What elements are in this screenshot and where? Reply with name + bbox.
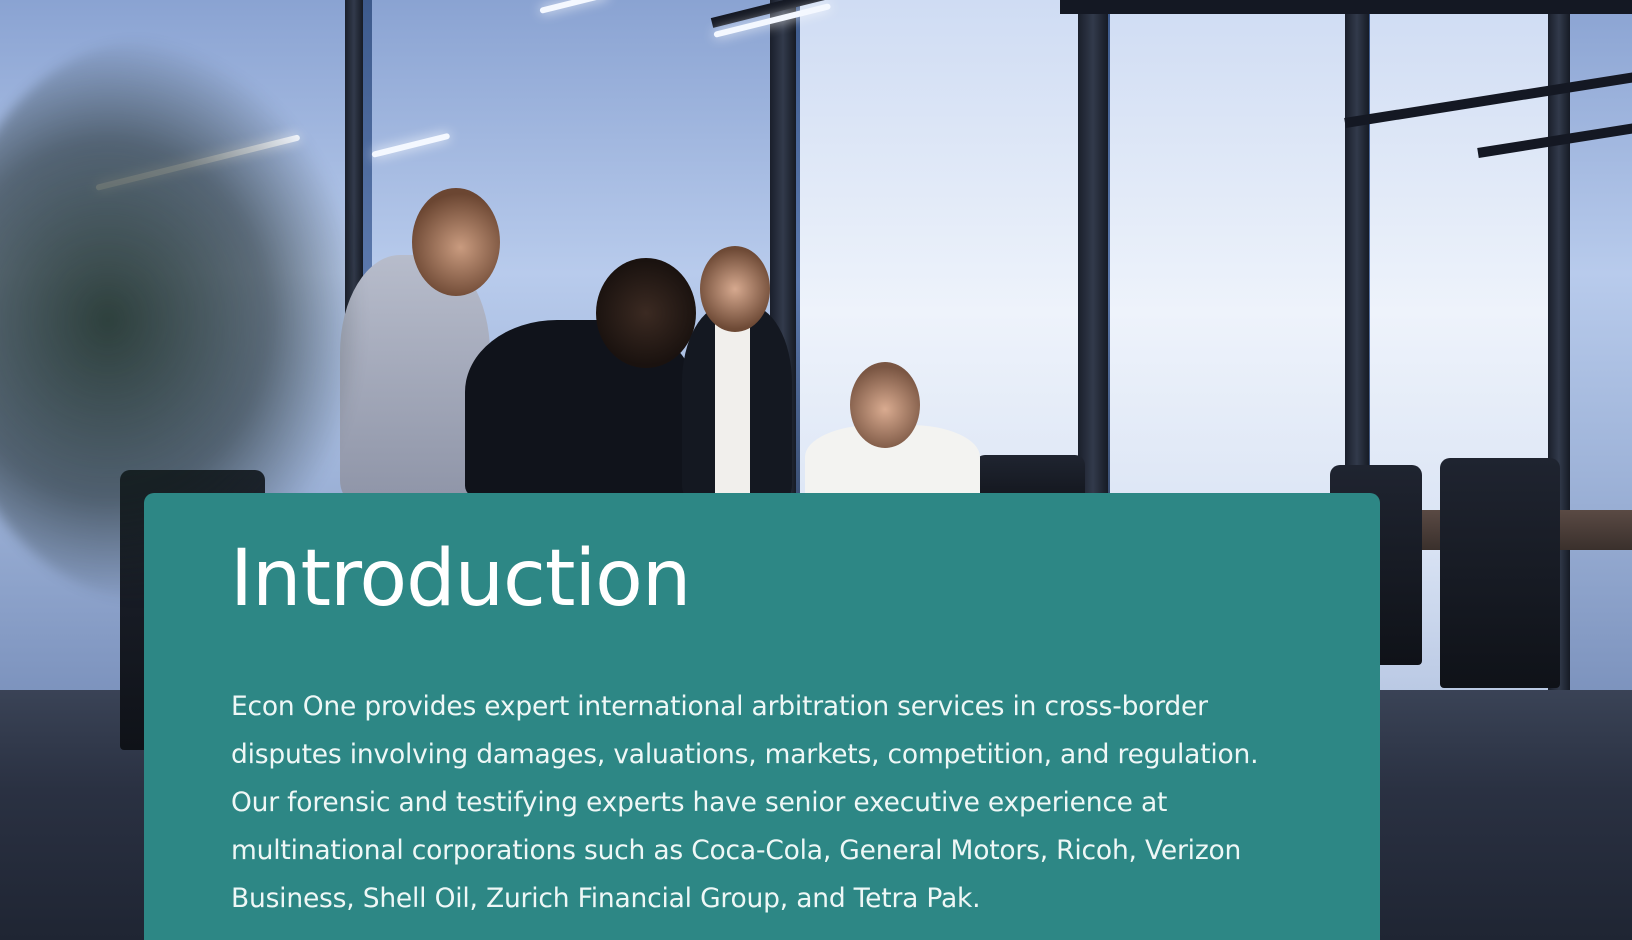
person-woman-phone [682, 305, 792, 500]
intro-title: Introduction [230, 534, 691, 624]
person-head [850, 362, 920, 448]
intro-card: Introduction Econ One provides expert in… [144, 493, 1380, 940]
person-head [412, 188, 500, 296]
intro-body-text: Econ One provides expert international a… [231, 691, 1259, 914]
office-chair [1440, 458, 1560, 688]
window-far-right [1570, 0, 1632, 780]
person-head [596, 258, 696, 368]
person-head [700, 246, 770, 332]
hero-section: Introduction Econ One provides expert in… [0, 0, 1632, 940]
ceiling-beam [1060, 0, 1632, 14]
